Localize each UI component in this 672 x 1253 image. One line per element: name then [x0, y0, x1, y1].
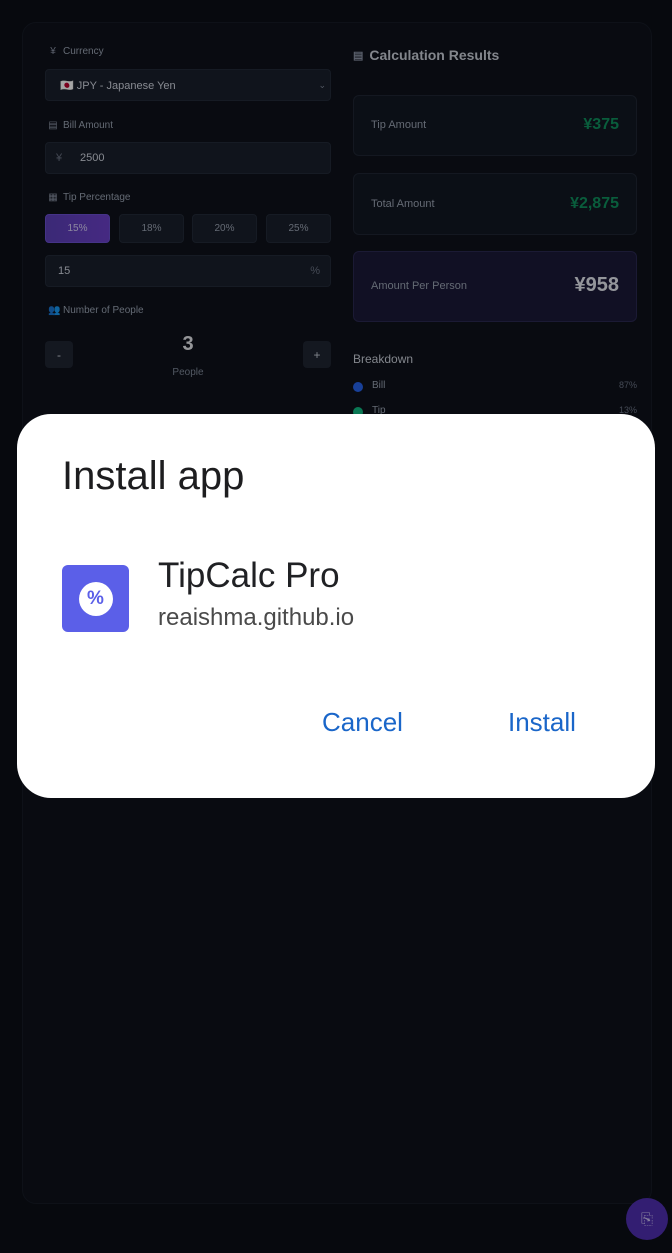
app-name: TipCalc Pro: [158, 556, 340, 595]
cancel-button[interactable]: Cancel: [322, 707, 403, 738]
percent-icon: %: [78, 581, 113, 616]
app-origin: reaishma.github.io: [158, 604, 355, 631]
app-icon: %: [62, 565, 129, 632]
dialog-title: Install app: [62, 454, 245, 498]
install-button[interactable]: Install: [508, 707, 576, 738]
install-dialog: Install app % TipCalc Pro reaishma.githu…: [17, 414, 655, 798]
